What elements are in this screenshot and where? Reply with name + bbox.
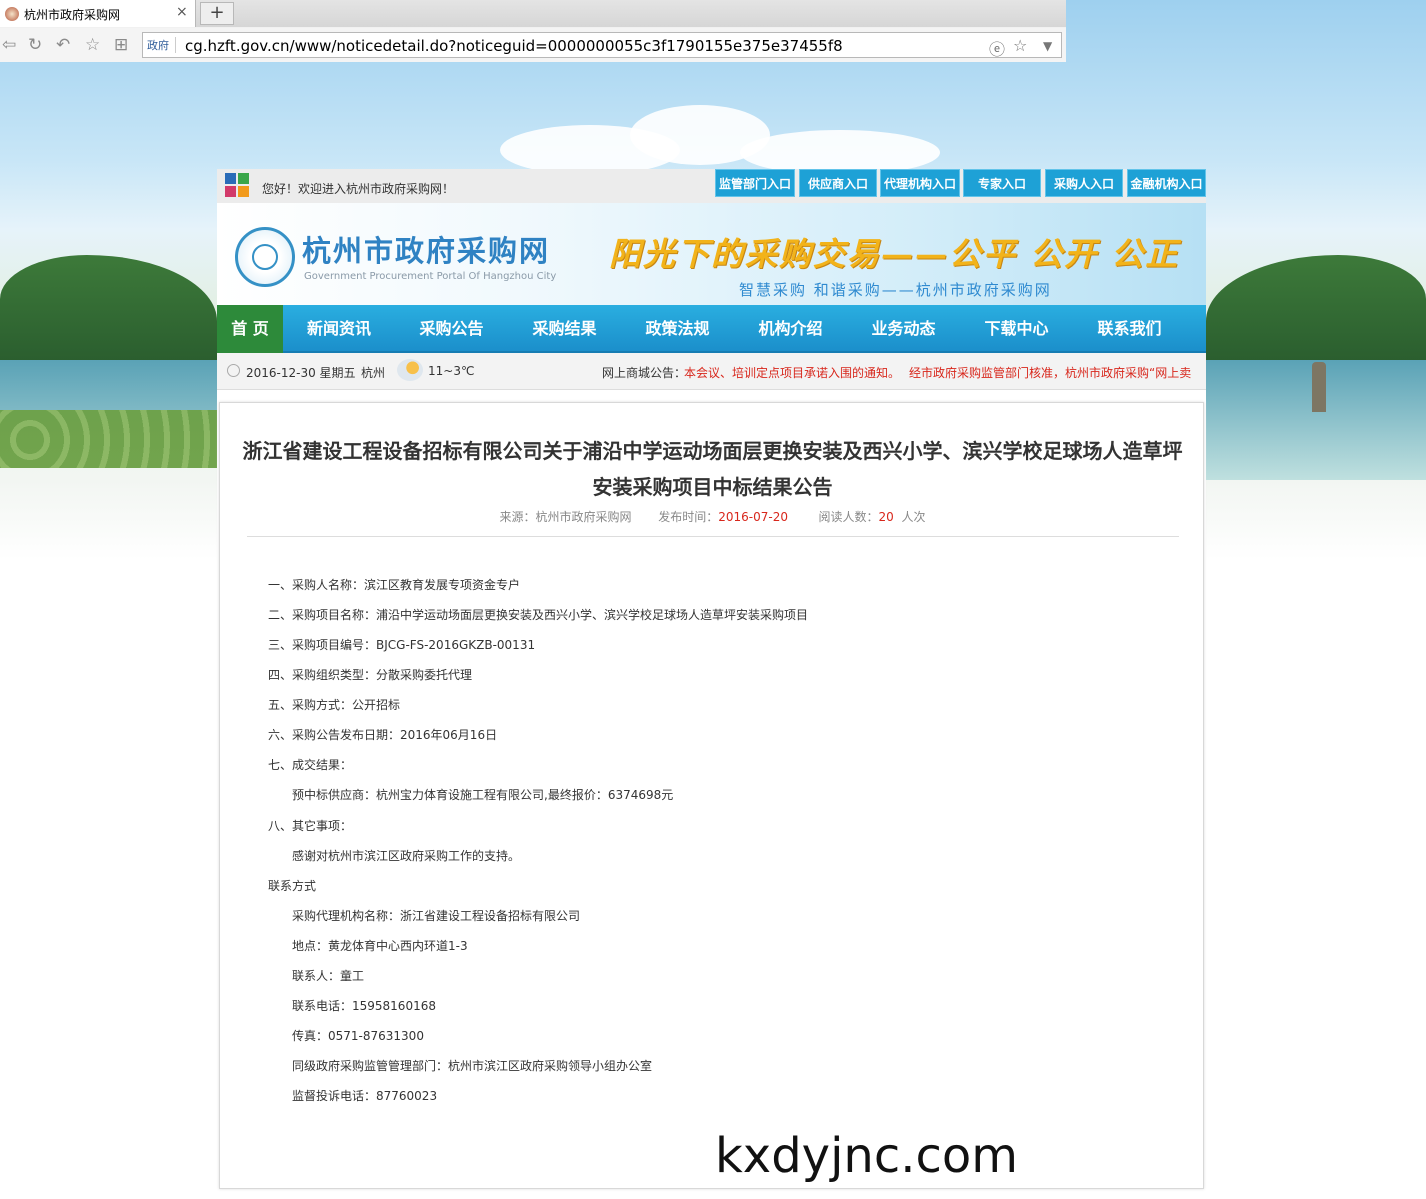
site-name-en: Government Procurement Portal Of Hangzho… <box>304 271 557 282</box>
clock-icon <box>227 364 240 377</box>
notice-label: 网上商城公告： <box>602 366 687 380</box>
site-banner: 杭州市政府采购网 Government Procurement Portal O… <box>217 203 1206 305</box>
current-date: 2016-12-30 星期五 <box>246 366 356 380</box>
entry-expert[interactable]: 专家入口 <box>963 169 1041 197</box>
site-emblem-icon[interactable] <box>235 227 295 287</box>
address-bar: ⇦ ↻ ↶ ☆ ⊞ 政府 cg.hzft.gov.cn/www/noticede… <box>0 28 1066 62</box>
lotus-decoration <box>0 410 217 468</box>
nav-business[interactable]: 业务动态 <box>847 305 960 353</box>
entry-purchaser[interactable]: 采购人入口 <box>1045 169 1123 197</box>
tab-close-icon[interactable]: × <box>176 4 188 20</box>
site-favicon-icon <box>5 7 19 21</box>
nav-contact[interactable]: 联系我们 <box>1073 305 1186 353</box>
article-line: 一、采购人名称：滨江区教育发展专项资金专户 <box>268 578 521 592</box>
refresh-icon[interactable]: ↻ <box>28 35 42 55</box>
weather-city: 杭州 <box>361 366 386 380</box>
weather-temp: 11~3℃ <box>428 364 475 378</box>
hills-left-decoration <box>0 255 217 365</box>
logo-orange-square-icon <box>238 186 249 197</box>
star-icon[interactable]: ☆ <box>85 35 100 55</box>
article-line: 预中标供应商：杭州宝力体育设施工程有限公司,最终报价：6374698元 <box>292 788 674 802</box>
url-security-tag: 政府 <box>147 37 176 53</box>
article-line: 联系人：童工 <box>292 969 365 983</box>
article-line: 五、采购方式：公开招标 <box>268 698 401 712</box>
reads-unit: 人次 <box>901 510 926 524</box>
logo-green-square-icon <box>238 173 249 184</box>
undo-icon[interactable]: ↶ <box>56 35 70 55</box>
article-line: 监督投诉电话：87760023 <box>292 1089 438 1103</box>
nav-agencies[interactable]: 机构介绍 <box>734 305 847 353</box>
tab-title: 杭州市政府采购网 <box>24 8 121 22</box>
main-nav: 首 页 新闻资讯 采购公告 采购结果 政策法规 机构介绍 业务动态 下载中心 联… <box>217 305 1206 353</box>
notice-link-2[interactable]: 经市政府采购监管部门核准，杭州市政府采购“网上卖 <box>909 364 1197 381</box>
article-line: 四、采购组织类型：分散采购委托代理 <box>268 668 473 682</box>
article-line: 传真：0571-87631300 <box>292 1029 424 1043</box>
top-bar: 您好！欢迎进入杭州市政府采购网！ 监管部门入口 供应商入口 代理机构入口 专家入… <box>217 169 1206 203</box>
article-divider <box>247 536 1179 537</box>
reads-value: 20 <box>878 510 894 524</box>
new-tab-button[interactable]: + <box>200 2 234 25</box>
notice-link-1[interactable]: 本会议、培训定点项目承诺入围的通知。 <box>684 364 900 381</box>
article-line: 感谢对杭州市滨江区政府采购工作的支持。 <box>292 849 521 863</box>
back-icon[interactable]: ⇦ <box>2 35 16 55</box>
article-line: 六、采购公告发布日期：2016年06月16日 <box>268 728 498 742</box>
article-line: 八、其它事项： <box>268 819 353 833</box>
article-line: 二、采购项目名称：浦沿中学运动场面层更换安装及西兴小学、滨兴学校足球场人造草坪安… <box>268 608 809 622</box>
clouds-decoration <box>300 105 1100 175</box>
site-container: 您好！欢迎进入杭州市政府采购网！ 监管部门入口 供应商入口 代理机构入口 专家入… <box>217 169 1206 1189</box>
entry-finance[interactable]: 金融机构入口 <box>1127 169 1206 197</box>
banner-sub-slogan: 智慧采购 和谐采购——杭州市政府采购网 <box>739 281 1052 299</box>
article-line: 三、采购项目编号：BJCG-FS-2016GKZB-00131 <box>268 638 536 652</box>
bookmark-star-icon[interactable]: ☆ <box>1013 36 1027 55</box>
article-line: 联系方式 <box>268 879 317 893</box>
article-meta: 来源：杭州市政府采购网 发布时间：2016-07-20 阅读人数：20 人次 <box>220 508 1205 525</box>
url-text[interactable]: cg.hzft.gov.cn/www/noticedetail.do?notic… <box>185 37 843 55</box>
article-line: 七、成交结果： <box>268 758 353 772</box>
nav-notices[interactable]: 采购公告 <box>395 305 508 353</box>
article-panel: 浙江省建设工程设备招标有限公司关于浦沿中学运动场面层更换安装及西兴小学、滨兴学校… <box>219 402 1204 1189</box>
hills-right-decoration <box>1206 255 1426 365</box>
logo-red-square-icon <box>225 186 236 197</box>
weather-icon <box>397 359 423 381</box>
article-title: 浙江省建设工程设备招标有限公司关于浦沿中学运动场面层更换安装及西兴小学、滨兴学校… <box>240 433 1185 505</box>
nav-policy[interactable]: 政策法规 <box>621 305 734 353</box>
url-field[interactable]: 政府 cg.hzft.gov.cn/www/noticedetail.do?no… <box>142 32 1062 60</box>
grid-icon[interactable]: ⊞ <box>114 35 128 55</box>
nav-home[interactable]: 首 页 <box>217 305 283 353</box>
pagoda-decoration <box>1312 362 1326 412</box>
article-title-line-2: 安装采购项目中标结果公告 <box>592 475 833 499</box>
entry-regulator[interactable]: 监管部门入口 <box>715 169 795 197</box>
dropdown-icon[interactable]: ▼ <box>1043 39 1052 53</box>
nav-results[interactable]: 采购结果 <box>508 305 621 353</box>
article-line: 同级政府采购监管管理部门：杭州市滨江区政府采购领导小组办公室 <box>292 1059 653 1073</box>
date-label: 发布时间： <box>658 510 719 524</box>
info-bar: 2016-12-30 星期五 杭州 11~3℃ 网上商城公告： 本会议、培训定点… <box>217 353 1206 390</box>
ie-icon[interactable]: ⓔ <box>989 36 1005 60</box>
source-value: 杭州市政府采购网 <box>535 510 632 524</box>
date-value: 2016-07-20 <box>718 510 789 524</box>
banner-slogan: 阳光下的采购交易——公平 公开 公正 <box>609 235 1180 273</box>
article-line: 采购代理机构名称：浙江省建设工程设备招标有限公司 <box>292 909 581 923</box>
logo-blue-square-icon <box>225 173 236 184</box>
browser-chrome: 杭州市政府采购网 × + ⇦ ↻ ↶ ☆ ⊞ 政府 cg.hzft.gov.cn… <box>0 0 1066 62</box>
article-title-line-1: 浙江省建设工程设备招标有限公司关于浦沿中学运动场面层更换安装及西兴小学、滨兴学校… <box>242 439 1183 463</box>
article-line: 联系电话：15958160168 <box>292 999 436 1013</box>
entry-agency[interactable]: 代理机构入口 <box>880 169 960 197</box>
welcome-text: 您好！欢迎进入杭州市政府采购网！ <box>262 182 455 196</box>
article-line: 地点：黄龙体育中心西内环道1-3 <box>292 939 468 953</box>
tab-bar: 杭州市政府采购网 × + <box>0 0 1066 27</box>
reads-label: 阅读人数： <box>818 510 879 524</box>
nav-news[interactable]: 新闻资讯 <box>283 305 395 353</box>
browser-tab[interactable]: 杭州市政府采购网 × <box>0 0 196 27</box>
nav-downloads[interactable]: 下载中心 <box>960 305 1073 353</box>
site-name[interactable]: 杭州市政府采购网 <box>302 228 550 270</box>
entry-supplier[interactable]: 供应商入口 <box>799 169 877 197</box>
watermark-text: kxdyjnc.com <box>715 1128 1018 1184</box>
source-label: 来源： <box>499 510 536 524</box>
